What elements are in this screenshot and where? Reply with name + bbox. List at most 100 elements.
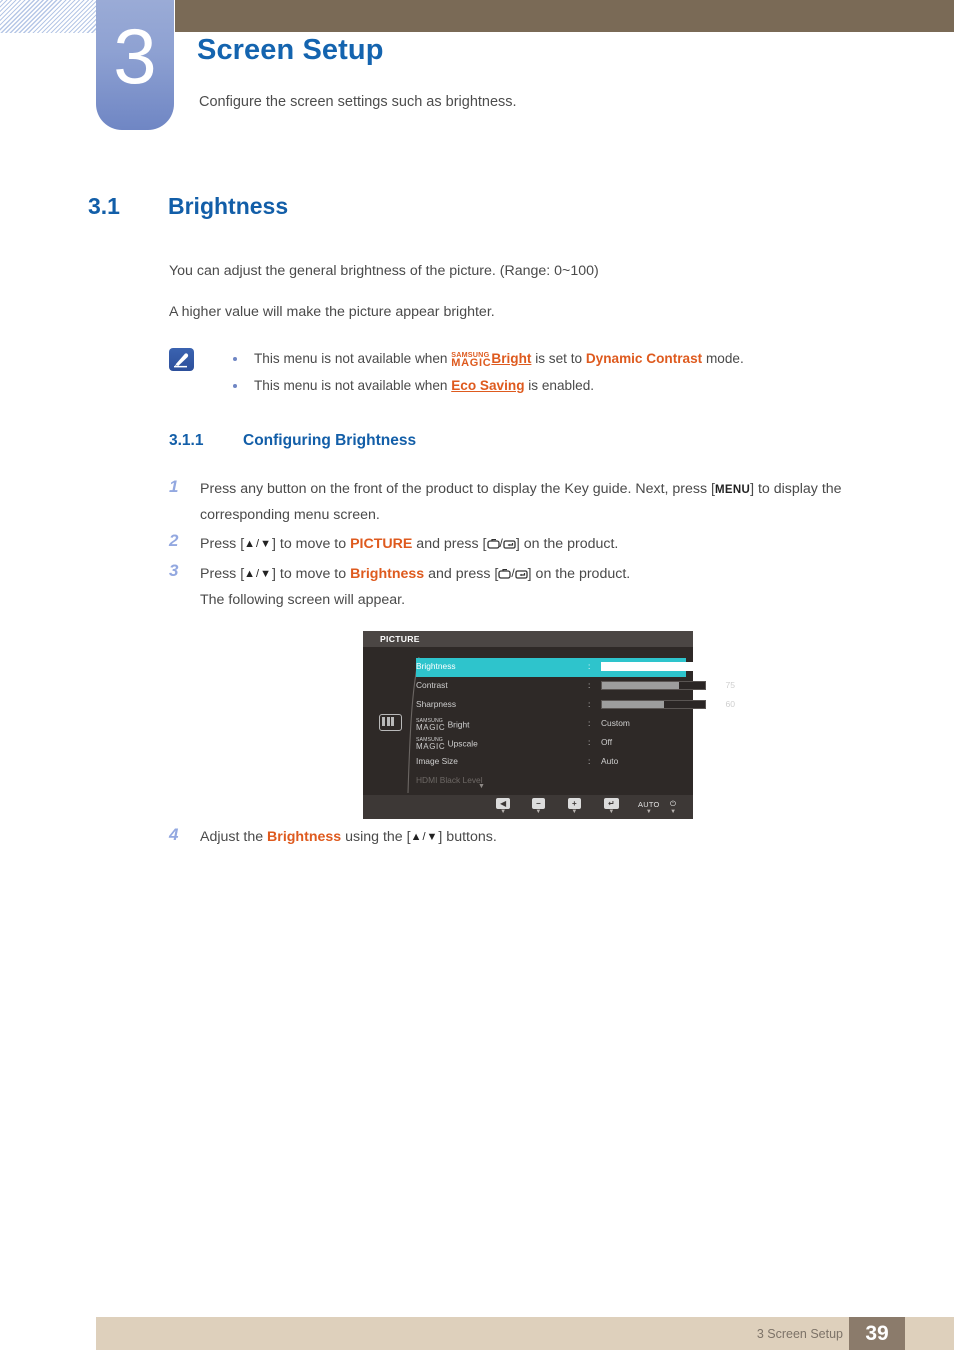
samsung-magic-logo: SAMSUNG MAGIC	[451, 351, 492, 369]
osd-row-brightness-colon: :	[588, 661, 591, 671]
step-3: 3 Press [▲/▼] to move to Brightness and …	[169, 561, 909, 589]
osd-row-sharpness[interactable]: Sharpness : 60	[416, 696, 735, 715]
samsung-magic-logo: SAMSUNG MAGIC	[416, 718, 445, 731]
osd-row-magicbright-colon: :	[588, 718, 591, 728]
step-2-text-d: ] on the product.	[515, 536, 619, 552]
osd-row-hdmiblacklevel-label: HDMI Black Level	[416, 775, 483, 785]
osd-row-sharpness-colon: :	[588, 699, 591, 709]
osd-row-magicbright-value: Custom	[601, 718, 630, 728]
osd-scroll-down-icon[interactable]: ▼	[478, 783, 485, 790]
auto-label: AUTO	[638, 800, 660, 809]
step-3-followup: The following screen will appear.	[200, 592, 406, 608]
step-2-text: Press [▲/▼] to move to PICTURE and press…	[200, 531, 909, 559]
osd-row-magicupscale-colon: :	[588, 737, 591, 747]
note-bullet-2-pre: This menu is not available when	[254, 378, 452, 393]
page-number: 39	[849, 1317, 905, 1350]
osd-row-sharpness-value: 60	[725, 699, 735, 709]
osd-auto-indicator: ▼	[645, 809, 652, 815]
source-key-icon	[498, 564, 511, 589]
step-3-text-a: Press [	[200, 566, 245, 582]
brightness-emphasis: Brightness	[267, 829, 342, 845]
note-bullet-2-post: is enabled.	[524, 378, 595, 393]
samsung-magic-logo: SAMSUNG MAGIC	[416, 737, 445, 750]
osd-power-indicator: ▼	[670, 809, 677, 815]
step-1: 1 Press any button on the front of the p…	[169, 477, 909, 528]
subsection-number: 3.1.1	[169, 432, 204, 449]
osd-row-contrast-colon: :	[588, 680, 591, 690]
osd-menu-screenshot: PICTURE Brightness : 100 Contrast : 75 S…	[363, 631, 735, 819]
note-bullet-2: This menu is not available when Eco Savi…	[228, 372, 928, 399]
dynamic-contrast-emphasis: Dynamic Contrast	[585, 351, 703, 366]
osd-plus-button[interactable]: + ▼	[568, 798, 581, 816]
osd-back-indicator: ▼	[500, 809, 507, 815]
step-4-text: Adjust the Brightness using the [▲/▼] bu…	[200, 825, 909, 850]
osd-enter-indicator: ▼	[608, 809, 615, 815]
step-3-number: 3	[169, 561, 179, 580]
osd-power-button[interactable]: ⏻ ▼	[670, 798, 676, 816]
subsection-title: Configuring Brightness	[243, 432, 417, 449]
osd-row-magicupscale-label: SAMSUNG MAGIC Upscale	[416, 737, 478, 750]
osd-row-contrast[interactable]: Contrast : 75	[416, 677, 735, 696]
note-pen-icon	[169, 348, 194, 371]
osd-back-button[interactable]: ◀ ▼	[496, 798, 511, 816]
source-key-icon	[486, 534, 500, 559]
osd-row-list: Brightness : 100 Contrast : 75 Sharpness…	[416, 658, 735, 791]
brightness-menu-emphasis: Brightness	[350, 566, 425, 582]
up-down-arrow-icon: ▲/▼	[244, 538, 272, 550]
chapter-title: Screen Setup	[197, 34, 384, 66]
section-paragraph-1: You can adjust the general brightness of…	[169, 263, 599, 279]
step-2-text-a: Press [	[200, 536, 245, 552]
step-4: 4 Adjust the Brightness using the [▲/▼] …	[169, 825, 909, 850]
menu-key-label: MENU	[715, 484, 751, 496]
picture-menu-emphasis: PICTURE	[350, 536, 413, 552]
osd-title: PICTURE	[363, 631, 693, 647]
eco-saving-link[interactable]: Eco Saving	[451, 378, 524, 393]
osd-row-sharpness-label: Sharpness	[416, 699, 457, 709]
osd-enter-button[interactable]: ↵ ▼	[604, 798, 619, 816]
osd-row-imagesize[interactable]: Image Size : Auto	[416, 753, 686, 772]
osd-row-magicbright-label: SAMSUNG MAGIC Bright	[416, 718, 469, 731]
osd-plus-indicator: ▼	[571, 809, 578, 815]
step-2: 2 Press [▲/▼] to move to PICTURE and pre…	[169, 531, 909, 559]
chapter-number: 3	[96, 0, 174, 130]
step-1-text: Press any button on the front of the pro…	[200, 477, 909, 528]
osd-row-imagesize-label: Image Size	[416, 756, 458, 766]
section-title: Brightness	[168, 193, 289, 219]
osd-row-imagesize-value: Auto	[601, 756, 619, 766]
footer-text: 3 Screen Setup	[756, 1327, 843, 1341]
picture-mode-icon	[379, 714, 402, 731]
note-bullet-list: This menu is not available when SAMSUNG M…	[228, 345, 928, 399]
osd-row-magicupscale[interactable]: SAMSUNG MAGIC Upscale : Off	[416, 734, 686, 753]
osd-row-magicbright[interactable]: SAMSUNG MAGIC Bright : Custom	[416, 715, 686, 734]
osd-row-sharpness-slider[interactable]	[601, 700, 706, 709]
magic-bright-link[interactable]: Bright	[491, 351, 531, 366]
step-3-text: Press [▲/▼] to move to Brightness and pr…	[200, 561, 909, 589]
step-4-number: 4	[169, 825, 179, 844]
osd-row-brightness-slider[interactable]	[601, 662, 706, 671]
osd-row-hdmiblacklevel[interactable]: HDMI Black Level	[416, 772, 686, 791]
osd-auto-button[interactable]: AUTO ▼	[638, 799, 660, 816]
chapter-banner: 3 Screen Setup Configure the screen sett…	[0, 0, 954, 140]
osd-minus-button[interactable]: − ▼	[532, 798, 545, 816]
up-down-arrow-icon: ▲/▼	[244, 568, 272, 580]
osd-minus-indicator: ▼	[535, 809, 542, 815]
step-2-number: 2	[169, 531, 179, 550]
banner-brown-bar	[175, 0, 954, 32]
osd-row-magicupscale-suffix: Upscale	[447, 738, 478, 749]
osd-row-brightness[interactable]: Brightness : 100	[416, 658, 735, 677]
note-bullet-1-pre: This menu is not available when	[254, 351, 452, 366]
enter-icon: ↵	[604, 798, 619, 809]
osd-row-contrast-slider[interactable]	[601, 681, 706, 690]
osd-row-brightness-label: Brightness	[416, 661, 456, 671]
step-4-text-c: ] buttons.	[438, 829, 497, 845]
osd-button-bar: ◀ ▼ − ▼ + ▼ ↵ ▼ AUTO ▼ ⏻ ▼	[363, 795, 693, 819]
step-2-text-b: ] to move to	[272, 536, 351, 552]
note-bullet-1-post: mode.	[702, 351, 744, 366]
section-number: 3.1	[88, 193, 120, 219]
osd-row-brightness-value: 100	[720, 661, 735, 671]
plus-icon: +	[568, 798, 581, 809]
step-1-text-a: Press any button on the front of the pro…	[200, 481, 715, 497]
step-4-text-b: using the [	[341, 829, 411, 845]
samsung-magic-bottom: MAGIC	[451, 357, 492, 369]
step-3-text-c: and press [	[424, 566, 499, 582]
